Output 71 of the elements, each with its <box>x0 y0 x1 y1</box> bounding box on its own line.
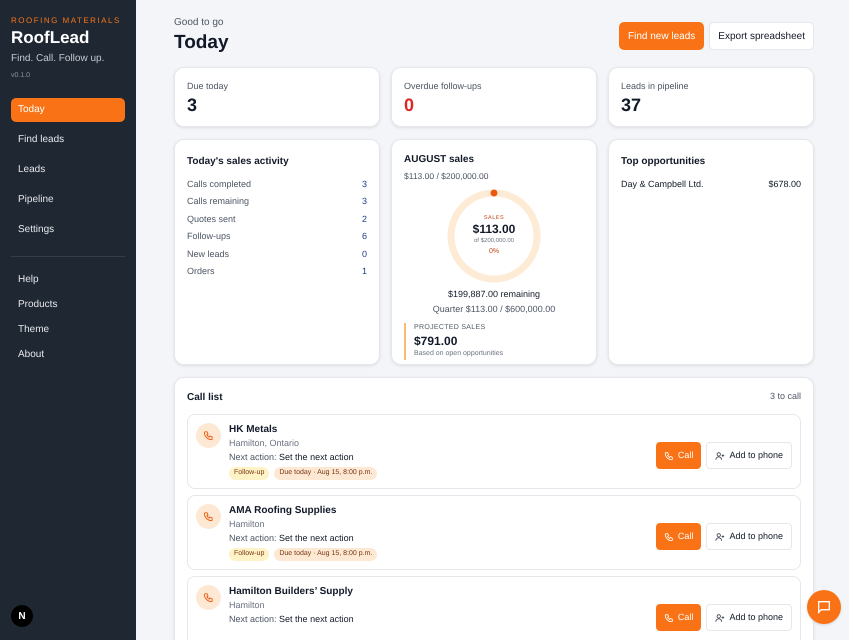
activity-label: Calls remaining <box>187 195 250 208</box>
add-user-icon <box>715 532 726 542</box>
stat-value: 37 <box>621 94 642 116</box>
card-title: Top opportunities <box>621 155 706 169</box>
activity-label: Orders <box>187 264 215 278</box>
activity-label: Quotes sent <box>187 212 236 226</box>
phone-icon <box>664 450 674 460</box>
chat-button[interactable] <box>807 590 841 624</box>
nav-item[interactable]: Pipeline <box>11 188 125 212</box>
phone-icon <box>664 532 674 542</box>
lead-location: Hamilton <box>229 599 266 612</box>
stat-label: Leads in pipeline <box>621 80 690 93</box>
ring-amount: $113.00 <box>472 222 516 238</box>
remaining-text: $199,887.00 remaining <box>446 288 542 301</box>
phone-icon <box>664 612 674 622</box>
next-action-label: Next action: <box>229 614 277 624</box>
activity-value: 3 <box>362 195 367 208</box>
stat-value: 3 <box>187 94 198 116</box>
sidebar-link[interactable]: Theme <box>11 320 125 338</box>
nav-item[interactable]: Find leads <box>11 128 125 152</box>
sidebar-link[interactable]: Help <box>11 270 125 288</box>
add-to-phone-button[interactable]: Add to phone <box>706 442 792 469</box>
framework-badge: N <box>11 605 33 627</box>
add-to-phone-button[interactable]: Add to phone <box>706 523 792 550</box>
activity-value: 6 <box>362 230 367 244</box>
next-action-text: Set the next action <box>279 533 354 543</box>
opportunity-name: Day & Campbell Ltd. <box>621 178 704 191</box>
card-title: Today's sales activity <box>187 155 290 169</box>
card-title: AUGUST sales <box>404 153 476 167</box>
sidebar-link[interactable]: Products <box>11 296 125 314</box>
add-user-icon <box>715 612 726 622</box>
add-user-icon <box>715 450 726 460</box>
quarter-text: Quarter $113.00 / $600,000.00 <box>432 303 556 316</box>
phone-icon <box>203 430 214 441</box>
activity-label: Follow-ups <box>187 230 231 244</box>
stat-label: Overdue follow-ups <box>404 80 483 93</box>
brand-name: RoofLead <box>11 27 90 49</box>
eyebrow-text: ROOFING MATERIALS <box>11 15 122 27</box>
sidebar-link[interactable]: About <box>11 346 125 364</box>
stat-value: 0 <box>404 94 416 116</box>
chat-icon <box>816 599 832 615</box>
activity-value: 1 <box>362 264 367 278</box>
lead-location: Hamilton, Ontario <box>229 437 300 450</box>
lead-name: Hamilton Builders’ Supply <box>229 585 354 598</box>
nav-item[interactable]: Settings <box>11 218 125 242</box>
call-count: 3 to call <box>770 390 801 403</box>
activity-label: Calls completed <box>187 178 252 191</box>
activity-value: 2 <box>362 212 367 226</box>
opportunity-amount: $678.00 <box>768 178 801 191</box>
page-title: Today <box>174 31 229 55</box>
next-action-label: Next action: <box>229 452 277 462</box>
activity-value: 3 <box>362 178 367 191</box>
tagline-text: Find. Call. Follow up. <box>11 52 106 66</box>
lead-name: AMA Roofing Supplies <box>229 504 338 517</box>
card-title: Call list <box>187 391 223 405</box>
kicker-text: Good to go <box>174 16 224 30</box>
activity-value: 0 <box>362 248 367 261</box>
next-action-label: Next action: <box>229 533 277 543</box>
next-action-text: Set the next action <box>279 614 354 624</box>
nav-item[interactable]: Leads <box>11 158 125 182</box>
stat-label: Due today <box>187 80 230 93</box>
sales-summary: $113.00 / $200,000.00 <box>404 170 490 183</box>
add-to-phone-button[interactable]: Add to phone <box>706 604 792 631</box>
next-action-text: Set the next action <box>279 452 354 462</box>
projected-amount: $791.00 <box>414 333 458 350</box>
activity-label: New leads <box>187 248 230 261</box>
lead-location: Hamilton <box>229 518 266 531</box>
export-button[interactable]: Export spreadsheet <box>709 22 814 50</box>
phone-icon <box>203 592 214 603</box>
lead-name: HK Metals <box>229 423 278 436</box>
phone-icon <box>203 511 214 522</box>
